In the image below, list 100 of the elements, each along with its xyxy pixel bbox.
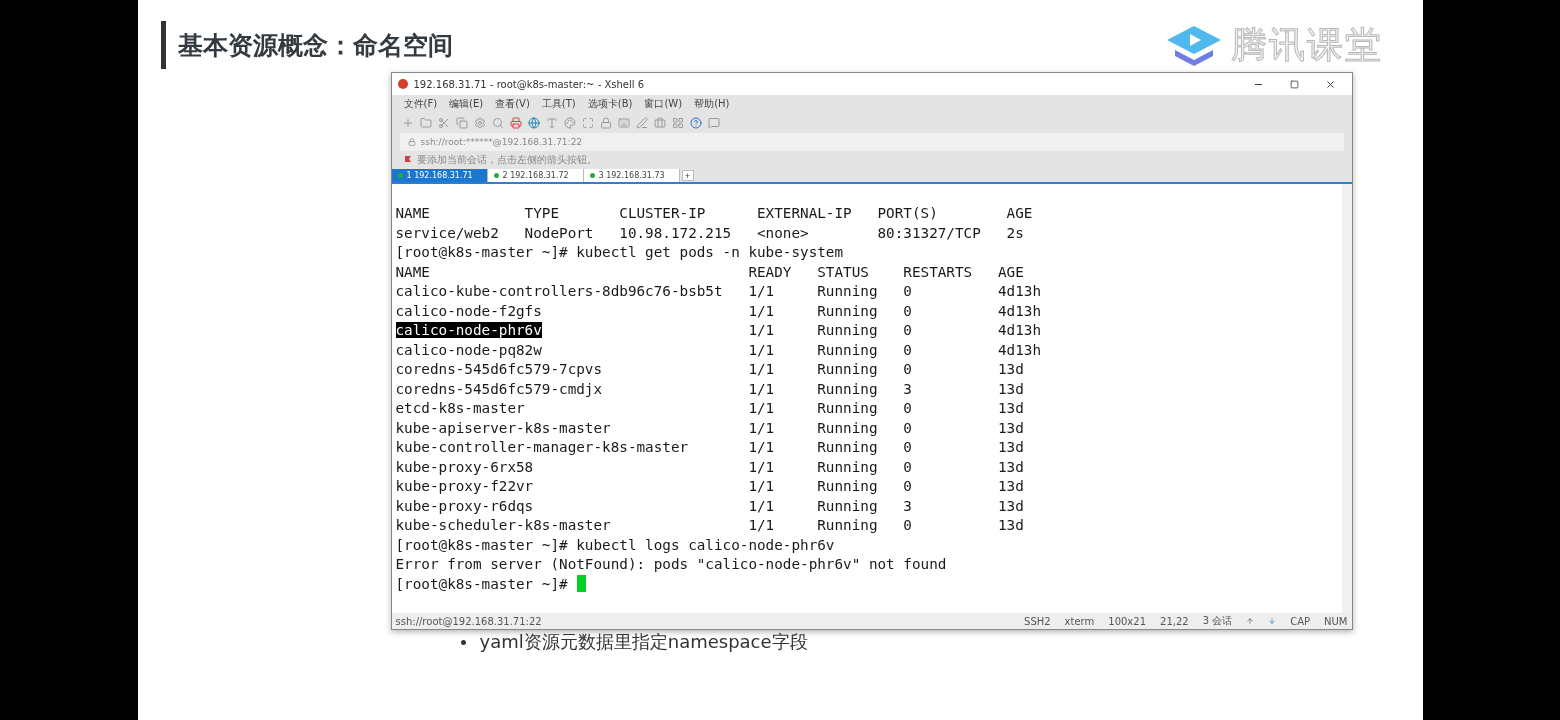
table-cell: 1/1 — [748, 439, 775, 455]
table-cell: 4d13h — [998, 283, 1042, 299]
table-cell: kube-proxy-f22vr — [395, 478, 534, 494]
table-cell: Running — [817, 322, 878, 338]
table-cell: Running — [817, 302, 878, 319]
font-icon[interactable] — [545, 116, 558, 129]
text-cursor — [576, 574, 586, 592]
menu-item[interactable]: 文件(F) — [403, 96, 438, 111]
table-cell: 0 — [903, 341, 912, 358]
table-cell: 0 — [903, 419, 912, 436]
table-cell: Running — [817, 361, 878, 377]
table-cell: 1/1 — [748, 400, 775, 416]
table-cell: Running — [817, 497, 878, 514]
folder-icon[interactable] — [419, 116, 432, 129]
table-cell: 13d — [998, 458, 1024, 475]
table-cell: kube-proxy-r6dqs — [395, 497, 534, 514]
keyboard-icon[interactable] — [617, 116, 630, 129]
grid-icon[interactable] — [671, 116, 684, 129]
table-cell: 1/1 — [748, 302, 775, 319]
column-header: RESTARTS — [903, 263, 973, 280]
copy-icon[interactable] — [455, 116, 468, 129]
slide-title: 基本资源概念：命名空间 — [177, 29, 453, 62]
column-header: NAME — [395, 263, 430, 280]
menu-item[interactable]: 窗口(W) — [644, 96, 683, 111]
menu-item[interactable]: 帮助(H) — [694, 96, 730, 111]
table-cell: kube-apiserver-k8s-master — [395, 419, 611, 436]
table-cell: calico-node-pq82w — [395, 341, 542, 358]
column-header: TYPE — [524, 205, 560, 221]
shell-prompt: [root@k8s-master ~]# — [395, 574, 568, 594]
scissors-icon[interactable] — [437, 116, 450, 129]
globe-icon[interactable] — [527, 116, 540, 129]
table-cell: 80:31327/TCP — [877, 224, 981, 241]
table-cell: etcd-k8s-master — [395, 400, 525, 416]
status-item: 100x21 — [1108, 615, 1146, 627]
printer-icon[interactable] — [509, 116, 522, 129]
column-header: READY — [748, 263, 792, 280]
table-cell: service/web2 — [395, 224, 499, 241]
terminal-area[interactable] — [391, 184, 1352, 613]
table-cell: 13d — [998, 419, 1024, 436]
menu-item[interactable]: 工具(T) — [541, 96, 576, 111]
scrollbar[interactable] — [1341, 184, 1352, 613]
session-tab[interactable]: 2 192.168.31.72 — [487, 169, 584, 182]
table-cell: 0 — [903, 322, 912, 338]
help-icon[interactable] — [689, 116, 702, 129]
briefcase-icon[interactable] — [653, 116, 666, 129]
table-cell: 0 — [903, 478, 912, 494]
plus-icon[interactable] — [401, 116, 414, 129]
maximize-icon[interactable] — [1290, 79, 1299, 89]
table-cell: 1/1 — [748, 322, 775, 338]
table-cell: Running — [817, 478, 878, 494]
menu-item[interactable]: 查看(V) — [495, 96, 530, 111]
table-cell: 1/1 — [748, 341, 775, 358]
command-line: [root@k8s-master ~]# kubectl logs calico-node-phr6v — [395, 535, 835, 555]
table-cell: kube-proxy-6rx58 — [395, 458, 534, 475]
bullet-icon — [460, 639, 466, 645]
menu-item[interactable]: 编辑(E) — [449, 96, 484, 111]
session-tab[interactable]: 1 192.168.31.71 — [391, 169, 488, 182]
new-tab-button[interactable]: + — [681, 170, 694, 181]
pen-icon[interactable] — [635, 116, 648, 129]
table-cell: Running — [817, 380, 878, 397]
error-message: Error from server (NotFound): pods "calico-node-phr6v" not found — [395, 555, 947, 574]
close-icon[interactable] — [1325, 78, 1336, 90]
table-cell: 13d — [998, 400, 1024, 416]
chat-icon[interactable] — [707, 116, 720, 129]
table-cell: 1/1 — [748, 361, 775, 377]
table-cell: Running — [817, 517, 878, 533]
table-cell: 1/1 — [748, 419, 775, 436]
status-item: 21,22 — [1160, 615, 1189, 627]
window-title: 192.168.31.71 - root@k8s-master:~ - Xshell 6 — [413, 78, 646, 90]
table-cell: 10.98.172.215 — [619, 224, 732, 241]
table-cell: 1/1 — [748, 458, 775, 475]
table-cell: 1/1 — [748, 517, 775, 533]
table-cell: <none> — [757, 224, 809, 241]
table-cell: calico-node-phr6v — [395, 322, 542, 338]
session-tab[interactable]: 3 192.168.31.73 — [583, 169, 680, 182]
table-cell: 4d13h — [998, 341, 1042, 358]
lock-icon[interactable] — [599, 116, 612, 129]
table-cell: 1/1 — [748, 283, 775, 299]
table-cell: calico-node-f2gfs — [395, 302, 542, 319]
fullscreen-icon[interactable] — [581, 116, 594, 129]
table-cell: 0 — [903, 400, 912, 416]
table-cell: 13d — [998, 380, 1024, 397]
table-cell: 3 — [903, 380, 912, 397]
column-header: CLUSTER-IP — [619, 205, 706, 221]
table-cell: 1/1 — [748, 380, 775, 397]
table-cell: 13d — [998, 517, 1024, 533]
table-cell: 0 — [903, 302, 912, 319]
table-cell: 13d — [998, 439, 1024, 455]
search-icon[interactable] — [491, 116, 504, 129]
table-cell: 13d — [998, 361, 1024, 377]
table-cell: coredns-545d6fc579-cmdjx — [395, 380, 603, 397]
column-header: NAME — [395, 205, 430, 221]
palette-icon[interactable] — [563, 116, 576, 129]
table-cell: 4d13h — [998, 322, 1042, 338]
table-cell: 3 — [903, 497, 912, 514]
status-item: xterm — [1064, 615, 1095, 627]
table-cell: 1/1 — [748, 478, 775, 494]
gear-icon[interactable] — [473, 116, 486, 129]
menu-item[interactable]: 选项卡(B) — [587, 96, 633, 111]
status-item: CAP — [1290, 615, 1311, 627]
